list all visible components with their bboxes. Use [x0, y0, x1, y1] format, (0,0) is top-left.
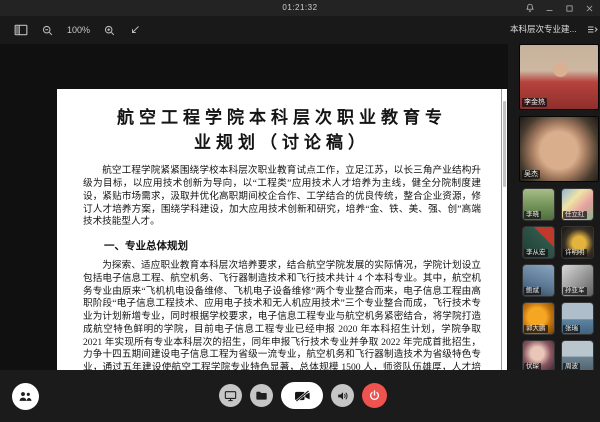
- screen-share-icon: [224, 390, 237, 402]
- shared-screen-stage: 航空工程学院本科层次职业教育专业规划（讨论稿） 航空工程学院紧紧围绕学校本科层次…: [0, 44, 508, 370]
- shared-document-page[interactable]: 航空工程学院本科层次职业教育专业规划（讨论稿） 航空工程学院紧紧围绕学校本科层次…: [57, 89, 507, 413]
- participant-name-badge: 郭大鹏: [524, 325, 548, 333]
- participant-avatar-tile[interactable]: 张瑞: [561, 302, 594, 335]
- zoom-level[interactable]: 100%: [67, 25, 90, 35]
- participant-name-badge: 孙亚军: [563, 287, 587, 295]
- document-scrollbar[interactable]: [503, 101, 506, 187]
- participants-button[interactable]: [12, 383, 39, 410]
- participant-name-badge: 吴杰: [522, 170, 540, 179]
- titlebar: 01:21:32: [0, 0, 600, 16]
- participant-name-badge: 李晓: [524, 211, 541, 219]
- participant-avatar-tile[interactable]: 李晓: [522, 188, 555, 221]
- bell-icon[interactable]: [523, 2, 536, 15]
- people-icon: [18, 390, 33, 403]
- participant-video-tile[interactable]: 李金热: [519, 44, 599, 110]
- center-controls: [219, 382, 387, 409]
- video-tiles: 李金热 吴杰: [519, 44, 599, 182]
- participant-avatar-tile[interactable]: 周波: [561, 340, 594, 373]
- audio-button[interactable]: [331, 384, 354, 407]
- pointer-icon[interactable]: [129, 21, 141, 39]
- avatar-tiles: 李晓 任立红 李从宏 许明明 鲍: [522, 188, 592, 373]
- meeting-timer: 01:21:32: [0, 3, 600, 12]
- document-section-heading: 一、专业总体规划: [83, 238, 481, 253]
- files-button[interactable]: [250, 384, 273, 407]
- speaker-icon: [336, 390, 349, 402]
- leave-meeting-button[interactable]: [362, 383, 387, 408]
- participant-name-badge: 许明明: [563, 249, 587, 257]
- page-edge-divider: [501, 89, 502, 413]
- camera-off-button[interactable]: [281, 382, 323, 409]
- zoom-in-icon[interactable]: [103, 21, 116, 39]
- sidebar-toggle-icon[interactable]: [14, 21, 28, 39]
- document-title: 航空工程学院本科层次职业教育专业规划（讨论稿）: [110, 106, 455, 155]
- participant-name-badge: 鲍斌: [524, 287, 541, 295]
- participant-avatar-tile[interactable]: 孙亚军: [561, 264, 594, 297]
- window-controls: [523, 0, 596, 16]
- power-icon: [368, 389, 381, 402]
- participant-avatar-tile[interactable]: 郭大鹏: [522, 302, 555, 335]
- folder-icon: [255, 390, 268, 401]
- participant-avatar-tile[interactable]: 任立红: [561, 188, 594, 221]
- participant-avatar-tile[interactable]: 鲍斌: [522, 264, 555, 297]
- participant-avatar-tile[interactable]: 许明明: [561, 226, 594, 259]
- maximize-icon[interactable]: [563, 2, 576, 15]
- close-icon[interactable]: [583, 2, 596, 15]
- participant-name-badge: 李金热: [522, 98, 547, 107]
- panel-header: 本科层次专业建...: [510, 23, 598, 35]
- participants-panel: 本科层次专业建... 李金热 吴杰: [508, 16, 600, 370]
- zoom-out-icon[interactable]: [41, 21, 54, 39]
- minimize-icon[interactable]: [543, 2, 556, 15]
- participant-avatar-tile[interactable]: 李从宏: [522, 226, 555, 259]
- participant-name-badge: 李从宏: [524, 249, 548, 257]
- participant-name-badge: 任立红: [563, 211, 587, 219]
- screen-share-button[interactable]: [219, 384, 242, 407]
- meeting-app-window: 01:21:32: [0, 0, 600, 422]
- participant-video-tile[interactable]: 吴杰: [519, 116, 599, 182]
- document-toolbar: 100%: [0, 16, 519, 44]
- document-paragraph: 航空工程学院紧紧围绕学校本科层次职业教育试点工作，立足江苏，以长三角产业结构升级…: [83, 165, 481, 229]
- participant-avatar-tile[interactable]: 伏琛: [522, 340, 555, 373]
- meeting-title: 本科层次专业建...: [510, 23, 577, 35]
- panel-toggle-icon[interactable]: [587, 25, 598, 34]
- participant-name-badge: 张瑞: [563, 325, 580, 333]
- camera-off-icon: [293, 389, 312, 403]
- bottom-control-bar: [0, 370, 600, 422]
- document-paragraph: 为探索、适应职业教育本科层次培养要求，结合航空学院发展的实际情况，学院计划设立包…: [83, 260, 481, 388]
